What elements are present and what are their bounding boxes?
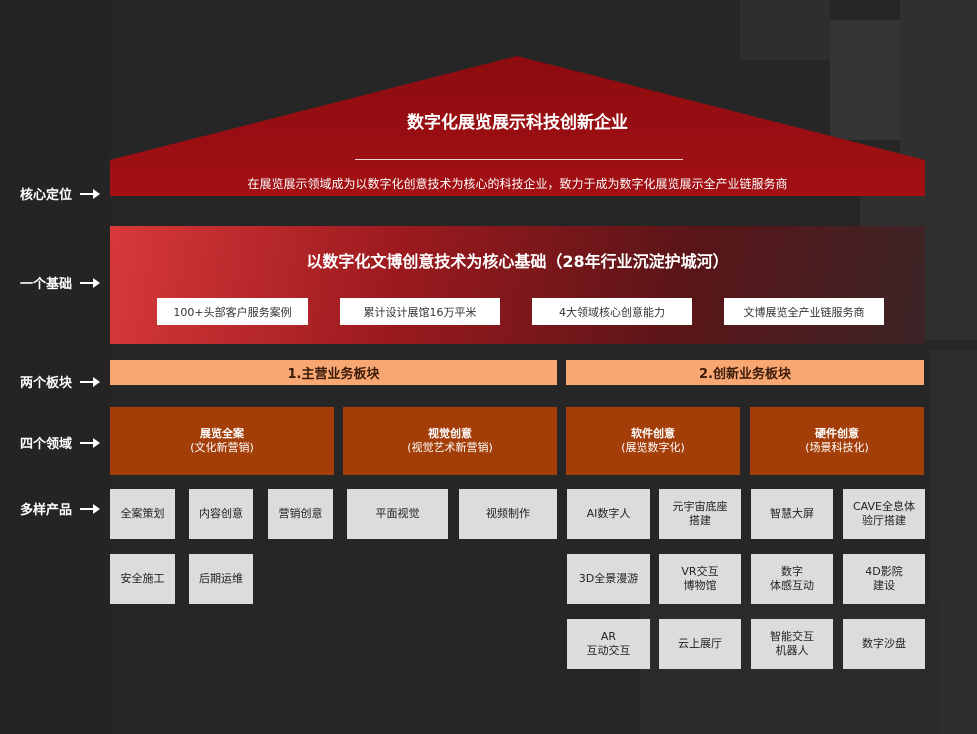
product-line: 智慧大屏 — [770, 507, 814, 520]
product-line: AR — [600, 630, 617, 643]
product-item: 数字 体感互动 — [751, 554, 833, 604]
segment-main-business: 1.主营业务板块 — [110, 360, 557, 385]
product-item: 3D全景漫游 — [567, 554, 650, 604]
product-item: 视频制作 — [459, 489, 557, 539]
foundation-pill: 累计设计展馆16万平米 — [340, 298, 500, 325]
product-line: 云上展厅 — [678, 637, 722, 650]
arrow-right-icon — [80, 376, 101, 388]
arrow-right-icon — [80, 277, 101, 289]
row-label-core: 核心定位 — [20, 184, 101, 203]
product-line: AI数字人 — [586, 507, 631, 520]
row-label-text: 两个板块 — [20, 376, 73, 391]
row-label-text: 一个基础 — [20, 277, 73, 292]
product-line: 数字 — [781, 565, 803, 578]
product-item: 平面视觉 — [347, 489, 448, 539]
product-item: 营销创意 — [268, 489, 333, 539]
product-line: 智能交互 — [770, 630, 814, 643]
product-line: VR交互 — [681, 565, 719, 578]
domain-visual: 视觉创意 (视觉艺术新营销) — [343, 407, 557, 475]
product-line: 互动交互 — [586, 644, 631, 657]
foundation-pill: 4大领域核心创意能力 — [532, 298, 692, 325]
product-item: 智能交互 机器人 — [751, 619, 833, 669]
arrow-right-icon — [80, 437, 101, 449]
product-item: 内容创意 — [189, 489, 253, 539]
product-line: 体感互动 — [770, 579, 814, 592]
domain-sub: (视觉艺术新营销) — [407, 441, 493, 454]
domain-sub: (文化新营销) — [190, 441, 254, 454]
domain-name: 软件创意 — [631, 427, 675, 440]
title-divider — [355, 159, 683, 160]
product-line: 3D全景漫游 — [578, 572, 639, 585]
product-item: 元宇宙底座 搭建 — [659, 489, 741, 539]
foundation-band — [110, 226, 925, 344]
domain-name: 视觉创意 — [428, 427, 472, 440]
arrow-right-icon — [80, 188, 101, 200]
product-item: 数字沙盘 — [843, 619, 925, 669]
domain-name: 硬件创意 — [815, 427, 859, 440]
row-label-text: 四个领域 — [20, 437, 73, 452]
product-item: CAVE全息体 验厅搭建 — [843, 489, 925, 539]
foundation-title: 以数字化文博创意技术为核心基础（28年行业沉淀护城河） — [306, 252, 729, 271]
product-item: 安全施工 — [110, 554, 175, 604]
product-item: AR 互动交互 — [567, 619, 650, 669]
core-title: 数字化展览展示科技创新企业 — [407, 113, 628, 133]
row-label-foundation: 一个基础 — [20, 273, 101, 292]
product-line: 建设 — [873, 579, 895, 592]
domain-exhibition: 展览全案 (文化新营销) — [110, 407, 334, 475]
product-item: 云上展厅 — [659, 619, 741, 669]
product-line: 数字沙盘 — [862, 637, 906, 650]
product-line: 验厅搭建 — [862, 514, 906, 527]
row-label-domains: 四个领域 — [20, 433, 101, 452]
product-item: 智慧大屏 — [751, 489, 833, 539]
foundation-pill: 100+头部客户服务案例 — [157, 298, 308, 325]
row-label-text: 多样产品 — [20, 503, 73, 518]
domain-software: 软件创意 (展览数字化) — [566, 407, 740, 475]
domain-name: 展览全案 — [200, 427, 244, 440]
core-subtitle: 在展览展示领域成为以数字化创意技术为核心的科技企业，致力于成为数字化展览展示全产… — [247, 177, 788, 191]
row-label-products: 多样产品 — [20, 499, 101, 518]
row-label-text: 核心定位 — [20, 188, 73, 203]
product-item: 后期运维 — [189, 554, 253, 604]
domain-sub: (场景科技化) — [805, 441, 869, 454]
row-label-segments: 两个板块 — [20, 372, 101, 391]
product-line: 元宇宙底座 — [672, 500, 728, 513]
product-item: VR交互 博物馆 — [659, 554, 741, 604]
product-line: 博物馆 — [683, 579, 717, 592]
product-line: 4D影院 — [865, 565, 903, 578]
product-line: 机器人 — [775, 644, 809, 657]
foundation-pill: 文博展览全产业链服务商 — [724, 298, 884, 325]
product-item: 全案策划 — [110, 489, 175, 539]
product-line: CAVE全息体 — [853, 500, 915, 513]
arrow-right-icon — [80, 503, 101, 515]
product-item: 4D影院 建设 — [843, 554, 925, 604]
product-line: 搭建 — [689, 514, 711, 527]
domain-sub: (展览数字化) — [621, 441, 685, 454]
segment-innovation-business: 2.创新业务板块 — [566, 360, 924, 385]
product-item: AI数字人 — [567, 489, 650, 539]
domain-hardware: 硬件创意 (场景科技化) — [750, 407, 924, 475]
